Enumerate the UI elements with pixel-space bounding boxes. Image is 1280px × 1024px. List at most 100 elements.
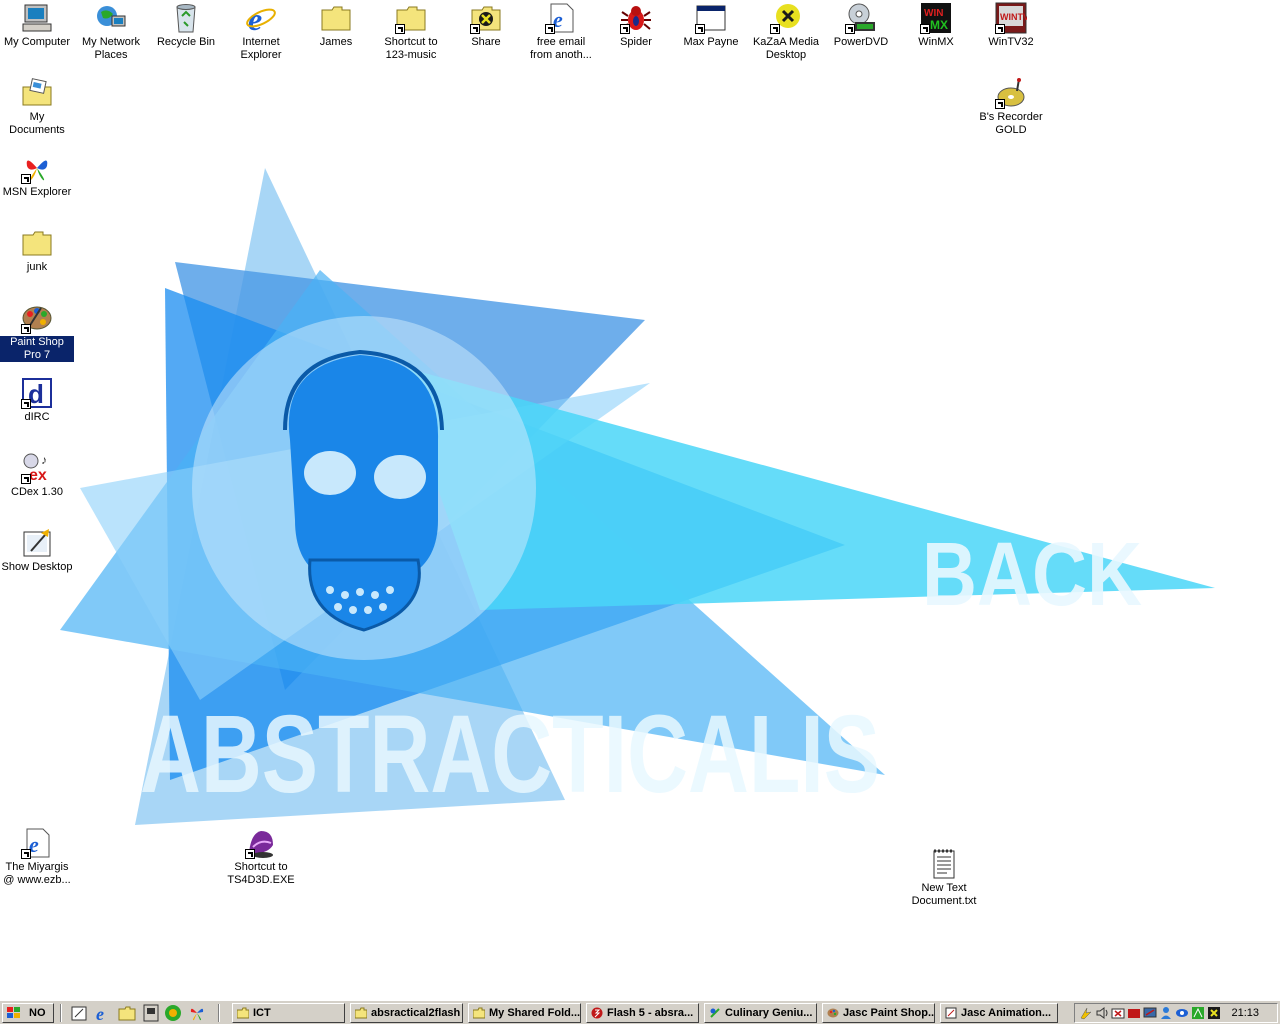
shortcut-arrow-icon — [845, 24, 855, 34]
quicklaunch-show-desktop-icon[interactable] — [70, 1004, 88, 1022]
shortcut-arrow-icon — [920, 24, 930, 34]
start-label: NO — [29, 1007, 46, 1019]
wintv-icon: WINTV — [995, 2, 1027, 34]
web-page-icon: e — [21, 827, 53, 859]
svg-text:♪: ♪ — [41, 453, 47, 467]
task-jasc-animation[interactable]: Jasc Animation... — [940, 1003, 1058, 1023]
folder-icon — [473, 1007, 485, 1019]
window-icon — [695, 2, 727, 34]
svg-text:WINTV: WINTV — [1000, 12, 1027, 22]
icon-kazaa[interactable]: KaZaA Media Desktop — [749, 2, 823, 62]
task-culinary-genius[interactable]: Culinary Geniu... — [704, 1003, 817, 1023]
spider-icon — [620, 2, 652, 34]
start-button[interactable]: NO — [2, 1003, 54, 1023]
desktop-wallpaper: BACK ABSTRACTICALIS — [60, 168, 1215, 825]
shortcut-arrow-icon — [470, 24, 480, 34]
icon-internet-explorer[interactable]: e Internet Explorer — [224, 2, 298, 62]
icon-recycle-bin[interactable]: Recycle Bin — [149, 2, 223, 49]
volume-icon[interactable] — [1095, 1006, 1109, 1020]
icon-wintv32[interactable]: WINTV WinTV32 — [974, 2, 1048, 49]
icon-free-email[interactable]: e free email from anoth... — [524, 2, 598, 62]
icon-paint-shop-pro[interactable]: Paint Shop Pro 7 — [0, 302, 74, 362]
shortcut-arrow-icon — [21, 399, 31, 409]
folder-icon — [355, 1007, 367, 1019]
computer-icon — [21, 2, 53, 34]
shortcut-arrow-icon — [620, 24, 630, 34]
dvd-icon — [845, 2, 877, 34]
icon-powerdvd[interactable]: PowerDVD — [824, 2, 898, 49]
icon-winmx[interactable]: WIN MX WinMX — [899, 2, 973, 49]
icon-max-payne[interactable]: Max Payne — [674, 2, 748, 49]
culinary-icon — [710, 1008, 720, 1018]
monitor-icon[interactable] — [1143, 1006, 1157, 1020]
winmx-icon: WIN MX — [920, 2, 952, 34]
folder-icon — [237, 1007, 249, 1019]
network-disconnected-icon[interactable] — [1111, 1006, 1125, 1020]
msn-butterfly-icon — [21, 152, 53, 184]
internet-explorer-icon: e — [245, 2, 277, 34]
icon-my-computer[interactable]: My Computer — [0, 2, 74, 49]
wallpaper-main-text: ABSTRACTICALIS — [140, 693, 880, 816]
tray-app-icon[interactable] — [1127, 1006, 1141, 1020]
clock[interactable]: 21:13 — [1231, 1007, 1259, 1019]
shortcut-arrow-icon — [21, 849, 31, 859]
quicklaunch-msn-icon[interactable] — [188, 1004, 206, 1022]
cd-recorder-icon — [995, 77, 1027, 109]
quicklaunch-winamp-icon[interactable] — [142, 1004, 160, 1022]
icon-msn-explorer[interactable]: MSN Explorer — [0, 152, 74, 199]
task-jasc-paint-shop[interactable]: Jasc Paint Shop... — [822, 1003, 935, 1023]
icon-james-folder[interactable]: James — [299, 2, 373, 49]
eye-icon[interactable] — [1175, 1006, 1189, 1020]
green-app-icon[interactable] — [1191, 1006, 1205, 1020]
icon-junk-folder[interactable]: junk — [0, 227, 74, 274]
ts4d3d-icon — [245, 827, 277, 859]
power-icon[interactable] — [1079, 1006, 1093, 1020]
shortcut-arrow-icon — [21, 474, 31, 484]
kazaa-share-icon — [470, 2, 502, 34]
shortcut-arrow-icon — [21, 324, 31, 334]
icon-share[interactable]: Share — [449, 2, 523, 49]
show-desktop-icon — [21, 527, 53, 559]
icon-cdex[interactable]: ♪ ex CDex 1.30 — [0, 452, 74, 499]
svg-text:MX: MX — [930, 18, 948, 32]
palette-icon — [827, 1008, 839, 1018]
recycle-bin-icon — [170, 2, 202, 34]
task-flash-5[interactable]: Flash 5 - absra... — [586, 1003, 699, 1023]
icon-bs-recorder[interactable]: B's Recorder GOLD — [974, 77, 1048, 137]
windows-flag-icon — [7, 1007, 20, 1018]
icon-show-desktop[interactable]: Show Desktop — [0, 527, 74, 574]
svg-text:ex: ex — [29, 467, 47, 484]
quicklaunch-internet-explorer-icon[interactable]: e — [94, 1004, 112, 1022]
shortcut-arrow-icon — [545, 24, 555, 34]
icon-my-documents[interactable]: My Documents — [0, 77, 74, 137]
shortcut-arrow-icon — [695, 24, 705, 34]
shortcut-arrow-icon — [245, 849, 255, 859]
quicklaunch-media-icon[interactable] — [164, 1004, 182, 1022]
system-tray: 21:13 — [1074, 1003, 1278, 1023]
icon-spider[interactable]: Spider — [599, 2, 673, 49]
wallpaper-back-text: BACK — [922, 525, 1142, 625]
task-absractical2flash[interactable]: absractical2flash — [350, 1003, 463, 1023]
user-icon[interactable] — [1159, 1006, 1173, 1020]
task-my-shared-folder[interactable]: My Shared Fold... — [468, 1003, 581, 1023]
task-ict[interactable]: ICT — [232, 1003, 345, 1023]
documents-folder-icon — [21, 77, 53, 109]
icon-dirc[interactable]: d dIRC — [0, 377, 74, 424]
icon-shortcut-ts4d3d[interactable]: Shortcut to TS4D3D.EXE — [224, 827, 298, 887]
web-page-icon: e — [545, 2, 577, 34]
icon-my-network-places[interactable]: My Network Places — [74, 2, 148, 62]
kazaa-tray-icon[interactable] — [1207, 1006, 1221, 1020]
taskbar-separator — [60, 1004, 62, 1022]
palette-icon — [21, 302, 53, 334]
icon-shortcut-music[interactable]: Shortcut to 123-music — [374, 2, 448, 62]
flash-icon — [591, 1007, 603, 1019]
icon-miyargis[interactable]: e The Miyargis @ www.ezb... — [0, 827, 74, 887]
folder-shortcut-icon — [395, 2, 427, 34]
icon-new-text-document[interactable]: New Text Document.txt — [907, 848, 981, 908]
network-icon — [95, 2, 127, 34]
kazaa-icon — [770, 2, 802, 34]
quicklaunch-folder-icon[interactable] — [118, 1004, 136, 1022]
text-document-icon — [928, 848, 960, 880]
taskbar-separator — [218, 1004, 220, 1022]
shortcut-arrow-icon — [995, 24, 1005, 34]
